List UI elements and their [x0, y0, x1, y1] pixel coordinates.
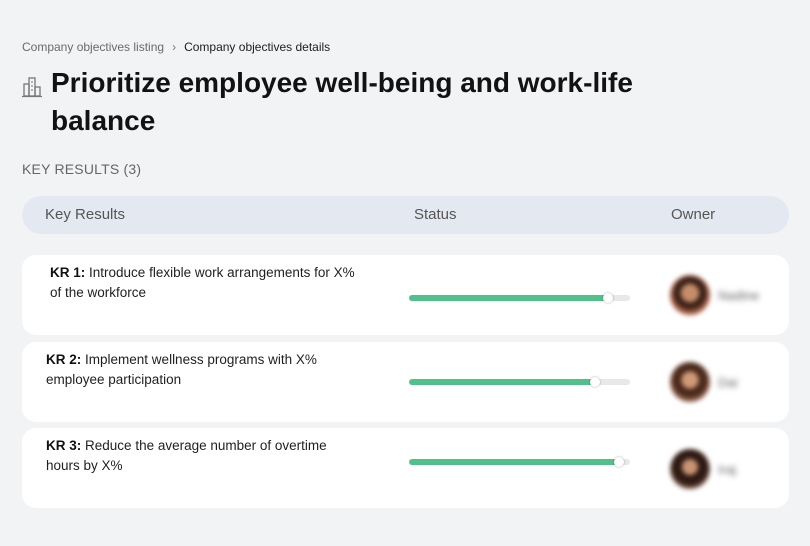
- key-result-row[interactable]: KR 3: Reduce the average number of overt…: [22, 428, 789, 508]
- progress-handle[interactable]: [613, 457, 624, 467]
- page-title: Prioritize employee well-being and work-…: [51, 67, 633, 136]
- column-header-status: Status: [414, 206, 457, 223]
- key-result-row[interactable]: KR 2: Implement wellness programs with X…: [22, 342, 789, 422]
- key-result-description: KR 3: Reduce the average number of overt…: [46, 436, 356, 476]
- objective-header: Prioritize employee well-being and work-…: [22, 64, 651, 140]
- breadcrumb: Company objectives listing › Company obj…: [22, 40, 330, 54]
- key-result-id: KR 3:: [46, 438, 82, 453]
- progress-bar: [409, 293, 630, 303]
- avatar: [670, 449, 710, 489]
- owner-name: Nadine: [718, 287, 760, 303]
- key-results-count-label: KEY RESULTS (3): [22, 161, 142, 177]
- key-result-text: Reduce the average number of overtime ho…: [46, 438, 327, 473]
- owner-name: Dai: [718, 374, 738, 390]
- progress-handle[interactable]: [589, 377, 600, 387]
- key-result-row[interactable]: KR 1: Introduce flexible work arrangemen…: [22, 255, 789, 335]
- progress-bar: [409, 377, 630, 387]
- owner[interactable]: Dai: [670, 362, 738, 402]
- progress-fill: [409, 379, 595, 385]
- avatar: [670, 275, 710, 315]
- key-result-text: Introduce flexible work arrangements for…: [50, 265, 355, 300]
- breadcrumb-parent-link[interactable]: Company objectives listing: [22, 40, 164, 54]
- progress-handle[interactable]: [602, 293, 613, 303]
- key-result-description: KR 2: Implement wellness programs with X…: [46, 350, 356, 390]
- key-result-text: Implement wellness programs with X% empl…: [46, 352, 317, 387]
- progress-fill: [409, 459, 619, 465]
- breadcrumb-separator-icon: ›: [172, 40, 177, 54]
- progress-fill: [409, 295, 608, 301]
- owner-name: Iraj: [718, 461, 737, 477]
- key-result-id: KR 2:: [46, 352, 82, 367]
- key-result-id: KR 1:: [50, 265, 86, 280]
- owner[interactable]: Nadine: [670, 275, 759, 315]
- column-header-owner: Owner: [671, 206, 716, 223]
- building-icon: [22, 76, 42, 98]
- breadcrumb-current: Company objectives details: [184, 40, 331, 54]
- table-header: Key Results Status Owner: [22, 196, 789, 234]
- progress-bar: [409, 457, 630, 467]
- owner[interactable]: Iraj: [670, 449, 736, 489]
- column-header-key-results: Key Results: [45, 206, 126, 223]
- avatar: [670, 362, 710, 402]
- key-result-description: KR 1: Introduce flexible work arrangemen…: [50, 263, 360, 303]
